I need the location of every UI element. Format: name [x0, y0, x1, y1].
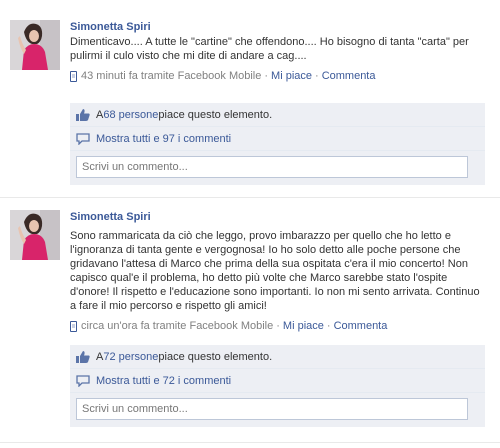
likes-prefix: A: [96, 108, 104, 121]
show-all-comments-link[interactable]: Mostra tutti e 72 i commenti: [96, 375, 231, 387]
show-all-comments-link[interactable]: Mostra tutti e 97 i commenti: [96, 133, 231, 145]
comment-bubble-icon: [76, 132, 90, 145]
post-meta: circa un'ora fa tramite Facebook Mobile …: [70, 319, 485, 333]
avatar[interactable]: [10, 20, 60, 70]
feedback-panel: A 72 persone piace questo elemento. Most…: [70, 345, 485, 427]
feedback-panel: A 68 persone piace questo elemento. Most…: [70, 103, 485, 185]
post-content: Simonetta Spiri Sono rammaricata da ciò …: [70, 210, 485, 333]
feed-post: Simonetta Spiri Sono rammaricata da ciò …: [0, 210, 500, 438]
like-link[interactable]: Mi piace: [271, 69, 312, 83]
divider: [0, 442, 500, 443]
phone-icon: [70, 320, 77, 332]
feed-post: Simonetta Spiri Dimenticavo.... A tutte …: [0, 20, 500, 190]
likes-suffix: piace questo elemento.: [158, 350, 273, 363]
separator: ·: [264, 70, 269, 82]
like-thumb-icon: [76, 350, 90, 363]
comment-bubble-icon: [76, 374, 90, 387]
separator: ·: [326, 320, 331, 332]
comment-link[interactable]: Commenta: [322, 69, 376, 83]
like-thumb-icon: [76, 108, 90, 121]
likes-row: A 72 persone piace questo elemento.: [70, 345, 485, 369]
post-timestamp: 43 minuti fa tramite Facebook Mobile: [81, 70, 262, 82]
post-timestamp: circa un'ora fa tramite Facebook Mobile: [81, 320, 274, 332]
likes-count-link[interactable]: 72 persone: [103, 351, 158, 363]
likes-count-link[interactable]: 68 persone: [103, 109, 158, 121]
likes-row: A 68 persone piace questo elemento.: [70, 103, 485, 127]
likes-suffix: piace questo elemento.: [158, 108, 273, 121]
separator: ·: [315, 70, 319, 82]
comment-composer: Scrivi un commento...: [70, 151, 485, 185]
avatar[interactable]: [10, 210, 60, 260]
likes-prefix: A: [96, 350, 104, 363]
phone-icon: [70, 70, 77, 82]
show-comments-row[interactable]: Mostra tutti e 72 i commenti: [70, 369, 485, 393]
comment-composer: Scrivi un commento...: [70, 393, 485, 427]
post-content: Simonetta Spiri Dimenticavo.... A tutte …: [70, 20, 485, 83]
post-meta: 43 minuti fa tramite Facebook Mobile · M…: [70, 69, 485, 83]
comment-input[interactable]: Scrivi un commento...: [76, 398, 468, 420]
divider: [0, 197, 500, 198]
like-link[interactable]: Mi piace: [283, 319, 324, 333]
show-comments-row[interactable]: Mostra tutti e 97 i commenti: [70, 127, 485, 151]
post-message: Dimenticavo.... A tutte le "cartine" che…: [70, 36, 469, 62]
author-name[interactable]: Simonetta Spiri: [70, 210, 485, 224]
comment-link[interactable]: Commenta: [334, 319, 388, 333]
post-message: Sono rammaricata da ciò che leggo, provo…: [70, 230, 480, 312]
author-name[interactable]: Simonetta Spiri: [70, 20, 485, 34]
comment-input[interactable]: Scrivi un commento...: [76, 156, 468, 178]
separator: ·: [276, 320, 280, 332]
